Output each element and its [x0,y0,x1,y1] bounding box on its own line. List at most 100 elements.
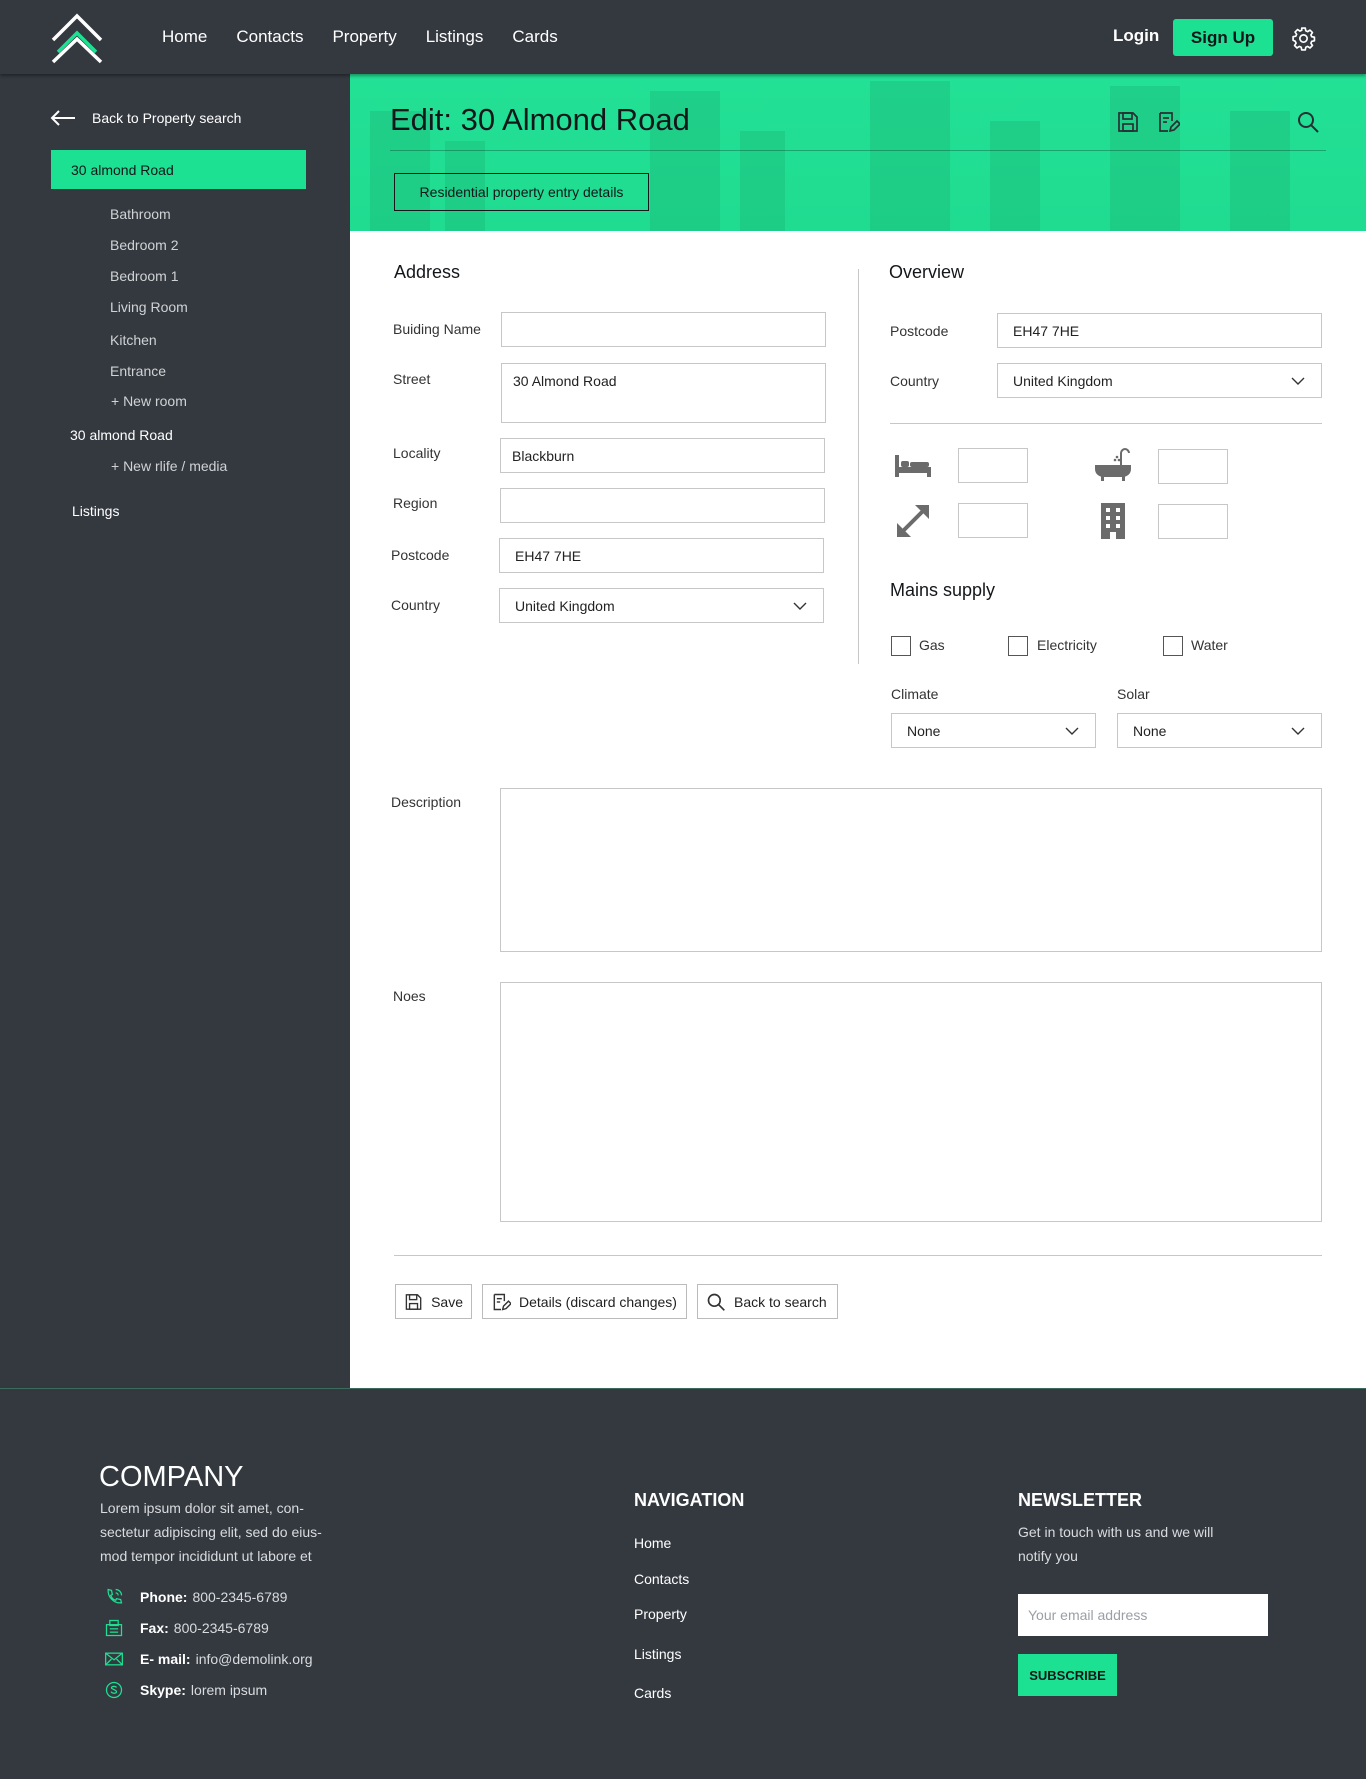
bedrooms-input[interactable] [958,448,1028,483]
details-discard-button[interactable]: Details (discard changes) [482,1284,687,1319]
bath-icon [1095,447,1131,481]
residential-details-button[interactable]: Residential property entry details [394,173,649,211]
back-link-label: Back to Property search [92,110,242,126]
notes-label: Noes [393,988,426,1004]
postcode-label: Postcode [391,547,450,563]
overview-divider [890,423,1322,424]
section-divider [858,269,859,664]
gear-icon[interactable] [1291,26,1316,51]
login-link[interactable]: Login [1113,26,1159,46]
sidebar-new-room[interactable]: + New room [111,393,187,409]
sidebar-room-entrance[interactable]: Entrance [110,363,166,379]
description-label: Description [391,794,462,810]
footer-about-line-1: Lorem ipsum dolor sit amet, con- [100,1500,304,1516]
edit-icon [493,1293,511,1310]
newsletter-text-line-2: notify you [1018,1548,1078,1564]
overview-country-select[interactable]: United Kingdom [997,363,1322,398]
nav-listings[interactable]: Listings [426,27,484,47]
notes-textarea[interactable] [500,982,1322,1222]
sidebar-room-bedroom-2[interactable]: Bedroom 2 [110,237,178,253]
title-divider [390,150,1326,151]
water-checkbox[interactable] [1163,636,1183,656]
region-input[interactable] [500,488,825,523]
back-to-property-search-link[interactable]: Back to Property search [50,110,241,126]
mains-supply-heading: Mains supply [890,580,996,600]
bathrooms-input[interactable] [1158,449,1228,484]
nav-cards[interactable]: Cards [512,27,557,47]
details-button-label: Details (discard changes) [519,1293,677,1310]
newsletter-email-input[interactable]: Your email address [1018,1594,1268,1636]
footer-nav-home[interactable]: Home [634,1535,671,1551]
chevron-down-icon [1291,377,1305,385]
gas-checkbox[interactable] [891,636,911,656]
climate-label: Climate [891,686,939,702]
overview-postcode-input[interactable]: EH47 7HE [997,313,1322,348]
footer-nav-property[interactable]: Property [634,1606,687,1622]
skype-value: lorem ipsum [190,1682,268,1698]
footer-newsletter-heading: NEWSLETTER [1018,1490,1142,1510]
search-icon [707,1293,725,1311]
sidebar-room-living-room[interactable]: Living Room [110,299,188,315]
climate-select-value: None [907,722,941,739]
save-button[interactable]: Save [395,1284,472,1319]
footer-company-title: COMPANY [99,1461,244,1493]
building-name-label: Buiding Name [393,321,481,337]
country-select[interactable]: United Kingdom [499,588,824,623]
sidebar-room-kitchen[interactable]: Kitchen [110,332,157,348]
overview-postcode-label: Postcode [890,323,949,339]
footer-fax: Fax: 800-2345-6789 [104,1618,269,1638]
street-label: Street [393,371,431,387]
sidebar-new-media[interactable]: + New rlife / media [111,458,227,474]
phone-label: Phone: [140,1589,188,1605]
electricity-checkbox[interactable] [1008,636,1028,656]
building-icon [1101,503,1125,539]
signup-button[interactable]: Sign Up [1173,19,1273,56]
logo-icon[interactable] [50,12,104,64]
solar-select[interactable]: None [1117,713,1322,748]
street-input[interactable]: 30 Almond Road [501,363,826,423]
locality-input[interactable]: Blackburn [500,438,825,473]
newsletter-text-line-1: Get in touch with us and we will [1018,1524,1214,1540]
description-textarea[interactable] [500,788,1322,952]
footer-nav-listings[interactable]: Listings [634,1646,681,1662]
sidebar-room-bedroom-1[interactable]: Bedroom 1 [110,268,178,284]
sidebar-item-listings[interactable]: Listings [72,503,119,519]
fax-label: Fax: [140,1620,169,1636]
save-icon[interactable] [1116,110,1140,134]
bed-icon [895,455,931,477]
phone-value: 800-2345-6789 [192,1589,288,1605]
sidebar-item-property-2[interactable]: 30 almond Road [70,427,173,443]
edit-icon[interactable] [1156,110,1180,134]
nav-home[interactable]: Home [162,27,207,47]
floors-input[interactable] [1158,504,1228,539]
email-label: E- mail: [140,1651,191,1667]
skype-label: Skype: [140,1682,186,1698]
subscribe-button[interactable]: SUBSCRIBE [1018,1654,1117,1696]
save-icon [405,1293,422,1310]
electricity-label: Electricity [1037,637,1097,653]
region-label: Region [393,495,438,511]
locality-label: Locality [393,445,441,461]
nav-contacts[interactable]: Contacts [236,27,303,47]
back-to-search-button[interactable]: Back to search [697,1284,838,1319]
footer-about-line-2: sectetur adipiscing elit, sed do eius- [100,1524,322,1540]
skype-icon [105,1681,123,1699]
overview-country-label: Country [890,373,940,389]
climate-select[interactable]: None [891,713,1096,748]
footer-nav-contacts[interactable]: Contacts [634,1571,689,1587]
solar-select-value: None [1133,722,1167,739]
area-input[interactable] [958,503,1028,538]
solar-label: Solar [1117,686,1150,702]
sidebar-item-active-property[interactable]: 30 almond Road [51,150,306,189]
postcode-input[interactable]: EH47 7HE [499,538,824,573]
hero-banner: Edit: 30 Almond Road Residential propert… [350,74,1366,231]
expand-icon [897,505,929,537]
arrow-left-icon [50,110,75,126]
search-icon[interactable] [1296,110,1320,134]
email-value[interactable]: info@demolink.org [196,1651,313,1667]
footer-nav-cards[interactable]: Cards [634,1685,671,1701]
sidebar-room-bathroom[interactable]: Bathroom [110,206,171,222]
country-label: Country [391,597,441,613]
building-name-input[interactable] [501,312,826,347]
nav-property[interactable]: Property [332,27,396,47]
